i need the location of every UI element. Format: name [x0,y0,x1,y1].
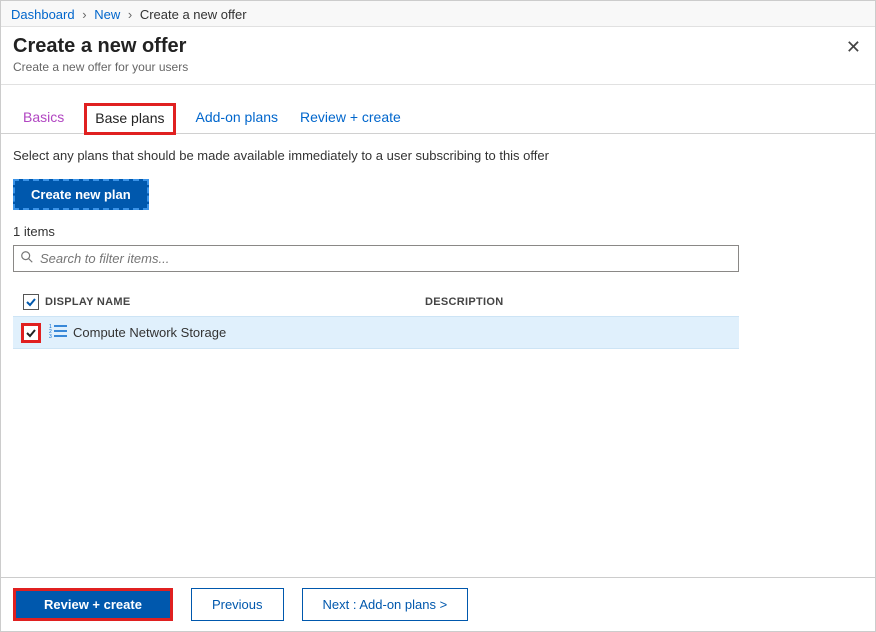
chevron-right-icon: › [128,7,132,22]
page-title: Create a new offer [13,35,863,58]
items-count-label: 1 items [13,224,863,239]
tab-base-plans[interactable]: Base plans [84,103,175,135]
search-input[interactable] [40,251,732,266]
row-display-name: Compute Network Storage [73,325,735,340]
review-create-button[interactable]: Review + create [13,588,173,621]
search-filter-wrap[interactable] [13,245,739,272]
breadcrumb-new[interactable]: New [94,7,120,22]
page-subtitle: Create a new offer for your users [13,60,863,74]
col-display-name[interactable]: DISPLAY NAME [45,296,425,308]
tab-review-create[interactable]: Review + create [298,103,403,133]
close-icon[interactable]: ✕ [846,37,861,58]
table-row[interactable]: 1 2 3 Compute Network Storage [13,316,739,349]
search-icon [20,250,40,267]
tab-addon-plans[interactable]: Add-on plans [194,103,281,133]
col-description[interactable]: DESCRIPTION [425,296,735,308]
tabs-bar: Basics Base plans Add-on plans Review + … [1,85,875,134]
list-icon: 1 2 3 [49,323,69,342]
row-checkbox[interactable] [23,325,39,341]
chevron-right-icon: › [82,7,86,22]
breadcrumb-current: Create a new offer [140,7,247,22]
next-button[interactable]: Next : Add-on plans > [302,588,469,621]
create-new-plan-button[interactable]: Create new plan [13,179,149,210]
breadcrumb-dashboard[interactable]: Dashboard [11,7,75,22]
svg-text:3: 3 [49,334,52,339]
plans-table: DISPLAY NAME DESCRIPTION 1 2 3 Compute N… [13,288,739,349]
content-area: Select any plans that should be made ava… [1,148,875,349]
footer-bar: Review + create Previous Next : Add-on p… [1,577,875,631]
breadcrumb: Dashboard › New › Create a new offer [1,1,875,27]
tab-basics[interactable]: Basics [21,103,66,133]
previous-button[interactable]: Previous [191,588,284,621]
instruction-text: Select any plans that should be made ava… [13,148,863,163]
page-header: Create a new offer Create a new offer fo… [1,27,875,85]
select-all-checkbox[interactable] [23,294,39,310]
table-header: DISPLAY NAME DESCRIPTION [13,288,739,316]
